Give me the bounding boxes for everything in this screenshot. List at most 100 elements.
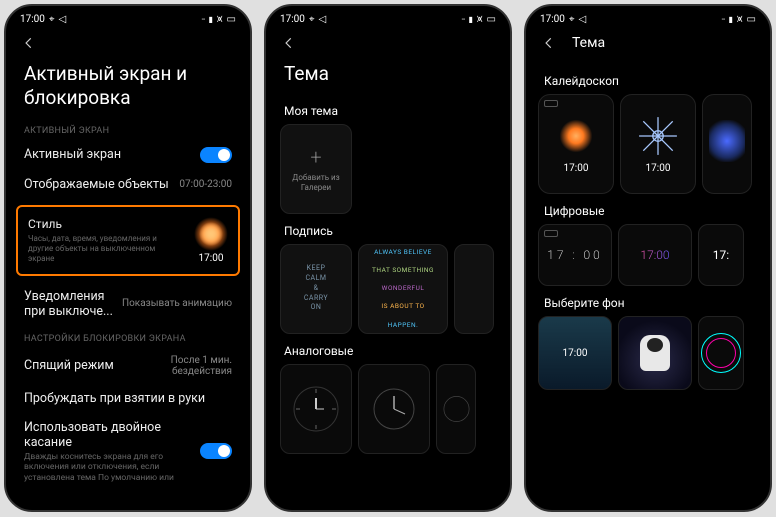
kaleidoscope-icon	[555, 115, 597, 157]
tile-digital-3[interactable]: 17:	[698, 224, 744, 286]
bluetooth-icon: ⌖	[49, 14, 55, 25]
bluetooth-icon: ⌖	[569, 14, 575, 25]
section-digital: Цифровые	[526, 194, 770, 224]
row-value: 07:00-23:00	[179, 179, 232, 190]
row-value: Показывать анимацию	[122, 298, 232, 309]
snowflake-icon	[637, 115, 679, 157]
row-notifications[interactable]: Уведомления при выключе... Показывать ан…	[6, 282, 250, 326]
section-my-theme: Моя тема	[266, 94, 510, 124]
section-signature: Подпись	[266, 214, 510, 244]
wifi-icon: ⩙	[737, 14, 743, 25]
status-bar: 17:00 ⌖ ◁ ··· ▮ ⩙ ▭	[6, 6, 250, 28]
header: Тема	[526, 28, 770, 56]
status-bar: 17:00 ⌖ ◁ ··· ▮ ⩙ ▭	[526, 6, 770, 28]
row-sleep-mode[interactable]: Спящий режим После 1 мин. бездействия	[6, 348, 250, 384]
tile-kaleidoscope-1[interactable]: 17:00	[538, 94, 614, 194]
row-value: После 1 мин. бездействия	[152, 355, 232, 377]
row-label: Активный экран	[24, 147, 121, 162]
send-icon: ◁	[579, 14, 587, 25]
poster-line: CARRY	[304, 294, 328, 304]
poster-line: ON	[311, 303, 322, 313]
style-title: Стиль	[28, 217, 194, 231]
tile-kaleidoscope-3[interactable]	[702, 94, 752, 194]
tile-label: Добавить из Галереи	[281, 173, 351, 192]
neon-ring-icon	[701, 333, 741, 373]
header	[266, 28, 510, 56]
signal-icon: ▮	[209, 15, 213, 24]
wifi-icon: ⩙	[477, 14, 483, 25]
tile-poster-partial[interactable]	[454, 244, 494, 334]
status-time: 17:00	[20, 14, 45, 25]
battery-pill-icon	[544, 100, 558, 107]
row-displayed-objects[interactable]: Отображаемые объекты 07:00-23:00	[6, 170, 250, 199]
tile-kaleidoscope-2[interactable]: 17:00	[620, 94, 696, 194]
status-time: 17:00	[280, 14, 305, 25]
signal-icon: ▮	[469, 15, 473, 24]
section-kaleidoscope: Калейдоскоп	[526, 56, 770, 94]
more-icon: ···	[461, 15, 464, 24]
phone-2-theme: 17:00 ⌖ ◁ ··· ▮ ⩙ ▭ Тема Моя тема + Доба…	[264, 4, 512, 512]
back-button[interactable]	[280, 34, 298, 52]
signal-icon: ▮	[729, 15, 733, 24]
row-label: Спящий режим	[24, 358, 114, 373]
send-icon: ◁	[59, 14, 67, 25]
row-label: Отображаемые объекты	[24, 177, 169, 192]
status-time: 17:00	[540, 14, 565, 25]
row-double-tap[interactable]: Использовать двойное касание Дважды косн…	[6, 413, 250, 486]
page-title: Тема	[266, 56, 510, 94]
battery-icon: ▭	[487, 14, 496, 25]
battery-pill-icon	[544, 230, 558, 237]
tile-bg-astronaut[interactable]	[618, 316, 692, 390]
tile-analog-clock-2[interactable]	[358, 364, 430, 454]
send-icon: ◁	[319, 14, 327, 25]
nebula-icon	[709, 120, 745, 162]
digital-time: 17 : 00	[547, 248, 603, 262]
more-icon: ···	[201, 15, 204, 24]
section-lock-settings: НАСТРОЙКИ БЛОКИРОВКИ ЭКРАНА	[6, 326, 250, 348]
wifi-icon: ⩙	[217, 14, 223, 25]
row-label: Уведомления при выключе...	[24, 289, 122, 319]
toggle-active-screen[interactable]	[200, 147, 232, 163]
row-label: Использовать двойное касание	[24, 420, 200, 450]
header-title: Тема	[572, 35, 605, 51]
battery-icon: ▭	[747, 14, 756, 25]
tile-time: 17:00	[646, 163, 671, 174]
row-label: Пробуждать при взятии в руки	[24, 391, 205, 406]
header	[6, 28, 250, 56]
phone-3-theme-list: 17:00 ⌖ ◁ ··· ▮ ⩙ ▭ Тема Калейдоскоп 17:…	[524, 4, 772, 512]
section-active-screen: АКТИВНЫЙ ЭКРАН	[6, 118, 250, 140]
status-bar: 17:00 ⌖ ◁ ··· ▮ ⩙ ▭	[266, 6, 510, 28]
row-wake-on-pickup[interactable]: Пробуждать при взятии в руки	[6, 384, 250, 413]
tile-analog-clock-3[interactable]	[436, 364, 476, 454]
tile-poster-keep-calm[interactable]: KEEP CALM & CARRY ON	[280, 244, 352, 334]
bluetooth-icon: ⌖	[309, 14, 315, 25]
poster-line: &	[314, 284, 319, 294]
back-button[interactable]	[540, 34, 558, 52]
row-active-screen[interactable]: Активный экран	[6, 140, 250, 170]
row-style-highlighted[interactable]: Стиль Часы, дата, время, уведомления и д…	[16, 205, 240, 276]
style-subtitle: Часы, дата, время, уведомления и другие …	[28, 234, 168, 264]
tile-bg-1[interactable]: 17:00	[538, 316, 612, 390]
more-icon: ···	[721, 15, 724, 24]
section-choose-bg: Выберите фон	[526, 286, 770, 316]
tile-add-from-gallery[interactable]: + Добавить из Галереи	[280, 124, 352, 214]
poster-line: KEEP	[307, 264, 326, 274]
tile-digital-1[interactable]: 17 : 00	[538, 224, 612, 286]
tile-poster-believe[interactable]: ALWAYS BELIEVE THAT SOMETHING WONDERFUL …	[358, 244, 448, 334]
phone-1-settings: 17:00 ⌖ ◁ ··· ▮ ⩙ ▭ Активный экран и бло…	[4, 4, 252, 512]
back-button[interactable]	[20, 34, 38, 52]
digital-time: 17:00	[640, 248, 669, 262]
tile-digital-2[interactable]: 17:00	[618, 224, 692, 286]
section-analog: Аналоговые	[266, 334, 510, 364]
battery-icon: ▭	[227, 14, 236, 25]
plus-icon: +	[310, 145, 321, 169]
digital-time: 17:	[713, 248, 729, 262]
tile-bg-neon[interactable]	[698, 316, 744, 390]
tile-time: 17:00	[563, 348, 588, 359]
tile-time: 17:00	[564, 163, 589, 174]
toggle-double-tap[interactable]	[200, 443, 232, 459]
row-sub: Дважды коснитесь экрана для его включени…	[24, 452, 194, 484]
tile-analog-clock-1[interactable]	[280, 364, 352, 454]
astronaut-icon	[640, 335, 670, 371]
poster-line: CALM	[305, 274, 326, 284]
